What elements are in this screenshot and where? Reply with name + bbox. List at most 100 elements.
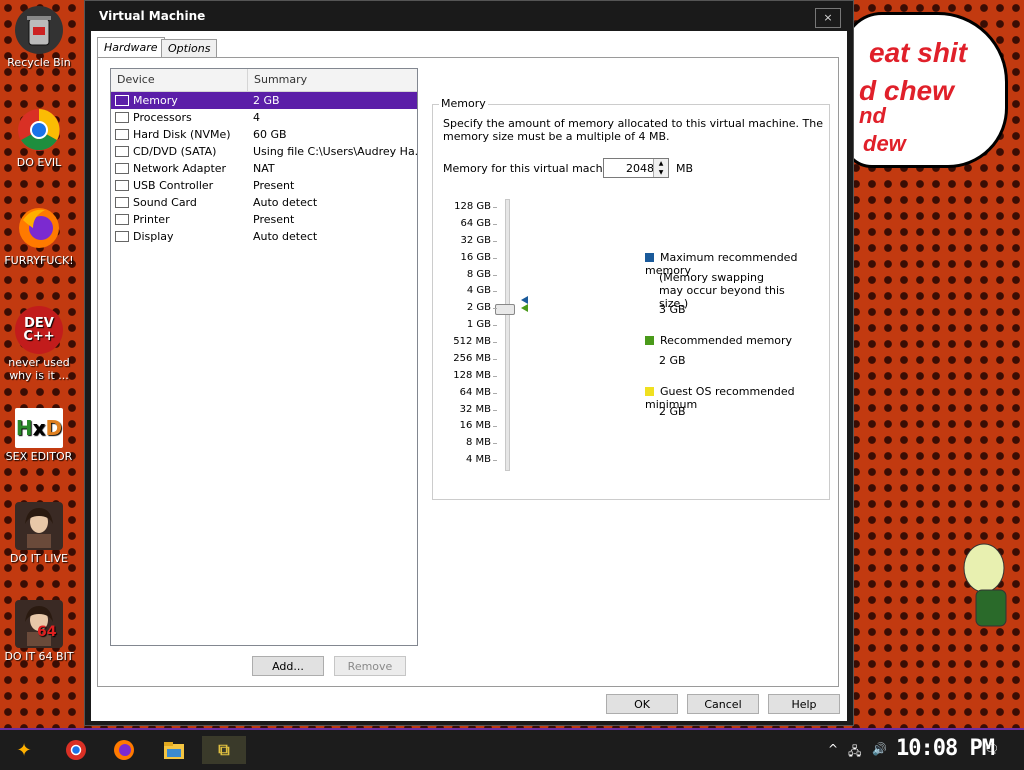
hardware-tab-panel: Device Summary Memory 2 GB Processors 4 Hard…: [97, 57, 839, 687]
scale-label: 8 GB: [466, 268, 491, 280]
memory-input[interactable]: [604, 159, 656, 177]
taskbar-vmware[interactable]: ⧉: [202, 736, 246, 764]
device-row-printer[interactable]: Printer Present: [111, 211, 417, 228]
scale-tick: [493, 257, 497, 259]
recommended-marker-icon: [521, 304, 528, 313]
column-header-device[interactable]: Device: [111, 69, 248, 91]
vmware-icon: ⧉: [218, 740, 230, 759]
memory-description: Specify the amount of memory allocated t…: [443, 117, 823, 143]
memory-group: Memory Specify the amount of memory allo…: [432, 97, 830, 500]
memory-unit: MB: [676, 162, 694, 175]
device-name: CD/DVD (SATA): [133, 145, 217, 158]
device-row-network-adapter[interactable]: Network Adapter NAT: [111, 160, 417, 177]
green-square-icon: [645, 336, 654, 345]
scale-label: 16 MB: [459, 420, 491, 432]
volume-icon[interactable]: 🔊: [872, 742, 887, 756]
memory-slider-thumb[interactable]: [495, 304, 515, 316]
memory-scale-labels: 128 GB 64 GB 32 GB 16 GB 8 GB 4 GB 2 GB 1 GB 512…: [433, 199, 493, 469]
scale-label: 64 GB: [460, 217, 491, 229]
column-header-summary[interactable]: Summary: [248, 69, 307, 91]
desktop-icon-do-evil[interactable]: DO EVIL: [0, 106, 78, 169]
scale-label: 16 GB: [460, 251, 491, 263]
scale-tick: [493, 308, 497, 310]
display-icon: [115, 231, 129, 242]
desktop-icon-do-it-live[interactable]: DO IT LIVE: [0, 502, 78, 565]
desktop-icon-hxd[interactable]: HxD SEX EDITOR: [0, 408, 78, 463]
device-row-sound-card[interactable]: Sound Card Auto detect: [111, 194, 417, 211]
legend-max-value: 3 GB: [659, 303, 686, 316]
device-row-hard-disk-nvme[interactable]: Hard Disk (NVMe) 60 GB: [111, 126, 417, 143]
notification-icon[interactable]: 🗨: [984, 742, 999, 756]
device-row-memory[interactable]: Memory 2 GB: [111, 92, 417, 109]
device-list[interactable]: Device Summary Memory 2 GB Processors 4 Hard…: [110, 68, 418, 646]
bubble-text: nd: [859, 103, 886, 128]
scale-tick: [493, 409, 497, 411]
desktop-icon-label: SEX EDITOR: [5, 450, 73, 463]
firefox-icon: [114, 740, 134, 760]
start-button[interactable]: ✦: [8, 736, 40, 764]
remove-device-button[interactable]: Remove: [334, 656, 406, 676]
scale-tick: [493, 392, 497, 394]
desktop-icon-label: FURRYFUCK!: [4, 254, 74, 267]
memory-stepper[interactable]: ▲ ▼: [603, 158, 669, 178]
device-name-cell: Network Adapter: [111, 162, 249, 175]
virtual-machine-settings-dialog: Virtual Machine × Hardware Options Devic…: [84, 0, 854, 726]
device-name-cell: Hard Disk (NVMe): [111, 128, 249, 141]
stepper-down-icon[interactable]: ▼: [653, 168, 668, 177]
yellow-square-icon: [645, 387, 654, 396]
start-icon: ✦: [16, 739, 32, 761]
device-row-usb-controller[interactable]: USB Controller Present: [111, 177, 417, 194]
device-summary: Present: [253, 213, 295, 226]
taskbar-chrome[interactable]: [60, 736, 92, 764]
chevron-up-icon[interactable]: ^: [828, 742, 838, 756]
taskbar-file-explorer[interactable]: [158, 736, 190, 764]
dialog-title: Virtual Machine: [99, 9, 206, 23]
device-name-cell: CD/DVD (SATA): [111, 145, 249, 158]
device-summary: Auto detect: [253, 230, 318, 243]
scale-label: 128 GB: [454, 201, 491, 212]
desktop-icon-devcpp[interactable]: DEV C++ never used why is it ...: [0, 306, 78, 382]
device-row-cd-dvd-sata[interactable]: CD/DVD (SATA) Using file C:\Users\Audrey …: [111, 143, 417, 160]
legend-guest-value: 2 GB: [659, 405, 686, 418]
desktop-icon-do-it-64[interactable]: 64 DO IT 64 BIT: [0, 600, 78, 663]
legend-recommended: Recommended memory: [645, 334, 792, 347]
scale-label: 8 MB: [465, 437, 491, 449]
taskbar-firefox[interactable]: [108, 736, 140, 764]
device-row-display[interactable]: Display Auto detect: [111, 228, 417, 245]
desktop-icon-label: Recycle Bin: [7, 56, 71, 69]
scale-label: 4 MB: [465, 454, 491, 466]
chrome-icon: [66, 740, 86, 760]
dialog-client-area: Hardware Options Device Summary Memory 2 …: [91, 31, 847, 721]
scale-label: 32 MB: [459, 403, 491, 415]
tab-options[interactable]: Options: [161, 39, 218, 57]
scale-tick: [493, 291, 497, 293]
blue-square-icon: [645, 253, 654, 262]
help-button[interactable]: Help: [768, 694, 840, 714]
taskbar-clock[interactable]: 10:08 PM: [896, 736, 995, 761]
network-icon[interactable]: 🖧: [848, 742, 861, 763]
cancel-button[interactable]: Cancel: [687, 694, 759, 714]
close-button[interactable]: ×: [815, 8, 841, 28]
device-rows: Memory 2 GB Processors 4 Hard Disk (NVMe) 60 …: [111, 92, 417, 245]
ok-button[interactable]: OK: [606, 694, 678, 714]
device-name: Hard Disk (NVMe): [133, 128, 231, 141]
scale-tick: [493, 443, 497, 445]
scale-tick: [493, 325, 497, 327]
processor-icon: [115, 112, 129, 123]
usb-icon: [115, 180, 129, 191]
printer-icon: [115, 214, 129, 225]
desktop-icon-furry[interactable]: FURRYFUCK!: [0, 204, 78, 267]
chrome-icon: [15, 106, 63, 154]
scale-tick: [493, 358, 497, 360]
desktop-icon-recycle-bin[interactable]: Recycle Bin: [0, 6, 78, 69]
memory-slider-track[interactable]: [505, 199, 510, 471]
add-device-button[interactable]: Add...: [252, 656, 324, 676]
memory-group-title: Memory: [439, 97, 488, 110]
device-row-processors[interactable]: Processors 4: [111, 109, 417, 126]
device-name-cell: Memory: [111, 94, 249, 107]
legend-rec-value: 2 GB: [659, 354, 686, 367]
scale-tick: [493, 460, 497, 462]
scale-label: 512 MB: [453, 336, 491, 347]
portrait-icon: 64: [15, 600, 63, 648]
tab-hardware[interactable]: Hardware: [97, 37, 165, 58]
